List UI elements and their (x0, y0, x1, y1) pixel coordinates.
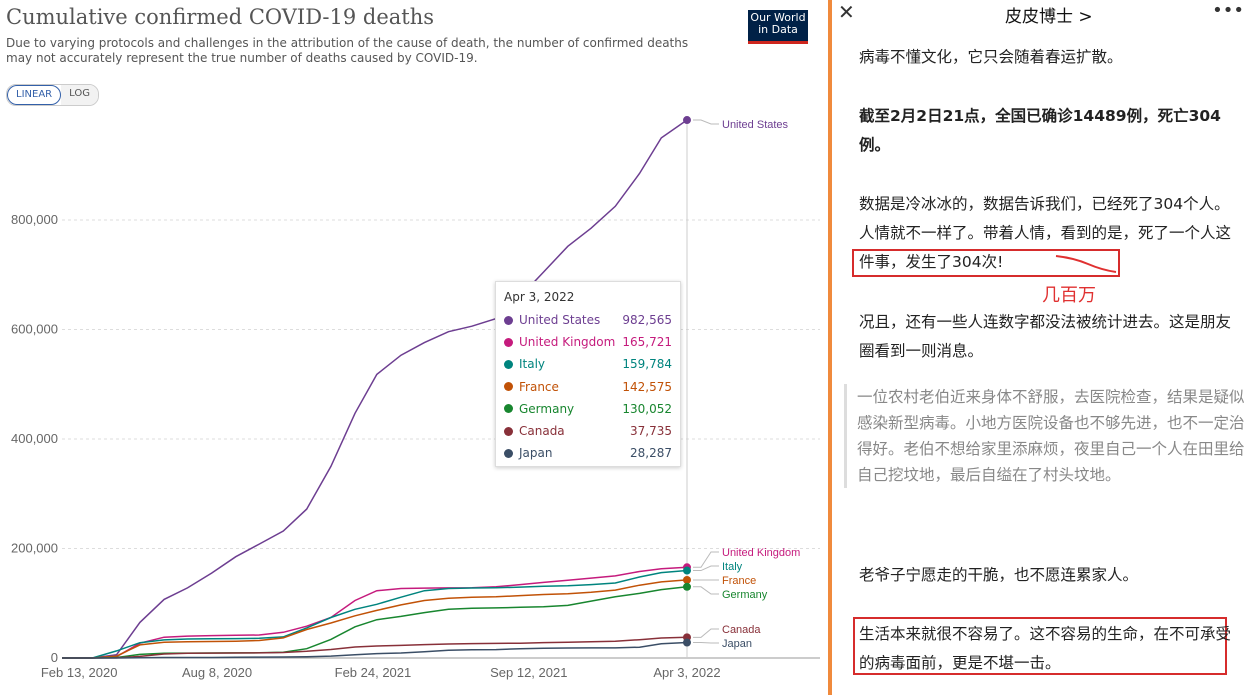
paragraph-6: 生活本来就很不容易了。这不容易的生命，在不可承受的病毒面前，更是不堪一击。 (859, 625, 1232, 672)
line-chart[interactable]: 0 200,000 400,000 600,000 800,000 Feb 13, 202… (0, 0, 820, 695)
tooltip-series-name: Italy (519, 357, 546, 372)
tooltip-series-value: 130,052 (622, 401, 672, 416)
paragraph-2: 截至2月2日21点，全国已确诊14489例，死亡304例。 (859, 107, 1221, 154)
close-icon[interactable]: ✕ (838, 0, 855, 24)
paragraph-5: 老爷子宁愿走的干脆，也不愿连累家人。 (859, 566, 1139, 584)
article-topbar: ✕ 皮皮博士 > ••• (832, 0, 1256, 27)
chart-tooltip: Apr 3, 2022 United States 982,565 United K… (495, 281, 681, 467)
tooltip-color-dot (504, 382, 513, 392)
tooltip-color-dot (504, 404, 513, 414)
series-line (62, 641, 688, 659)
series-end-point (683, 638, 691, 647)
y-tick-label: 200,000 (11, 541, 58, 556)
x-tick-label: Apr 3, 2022 (653, 665, 720, 680)
tooltip-row: Germany 130,052 (504, 398, 672, 420)
tooltip-series-value: 159,784 (622, 357, 672, 372)
handwritten-annotation: 几百万 (1042, 285, 1096, 306)
quote-block: 一位农村老伯近来身体不舒服，去医院检查，结果是疑似感染新型病毒。小地方医院设备也… (844, 384, 1248, 488)
x-tick-label: Feb 13, 2020 (41, 665, 118, 680)
tooltip-color-dot (504, 448, 513, 458)
tooltip-color-dot (504, 426, 513, 436)
more-options-icon[interactable]: ••• (1212, 0, 1244, 21)
label-leader (693, 565, 719, 572)
tooltip-series-value: 28,287 (630, 446, 672, 461)
label-leader (693, 586, 719, 595)
tooltip-series-name: Germany (519, 401, 575, 416)
series-label: Japan (722, 638, 752, 650)
tooltip-row: France 142,575 (504, 376, 672, 398)
tooltip-date: Apr 3, 2022 (504, 290, 575, 304)
series-end-point (683, 575, 691, 584)
y-tick-label: 0 (51, 650, 58, 665)
tooltip-row: United Kingdom 165,721 (504, 331, 672, 353)
tooltip-color-dot (504, 315, 513, 325)
series-end-point (683, 566, 691, 575)
y-tick-label: 600,000 (11, 322, 58, 337)
tooltip-series-name: United Kingdom (519, 335, 616, 350)
label-leader (693, 551, 719, 568)
series-label: France (722, 575, 756, 587)
chart-panel: Cumulative confirmed COVID-19 deaths Due… (0, 0, 820, 695)
tooltip-series-value: 142,575 (622, 379, 672, 394)
series-label: Italy (722, 561, 743, 573)
tooltip-series-value: 982,565 (622, 313, 672, 328)
series-line (62, 569, 688, 659)
x-tick-label: Feb 24, 2021 (335, 665, 412, 680)
x-tick-label: Sep 12, 2021 (490, 665, 567, 680)
y-tick-label: 400,000 (11, 431, 58, 446)
tooltip-series-value: 165,721 (622, 335, 672, 350)
paragraph-1: 病毒不懂文化，它只会随着春运扩散。 (859, 48, 1123, 66)
tooltip-series-name: Canada (519, 424, 565, 439)
tooltip-row: United States 982,565 (504, 309, 672, 331)
article-panel: ✕ 皮皮博士 > ••• 病毒不懂文化，它只会随着春运扩散。 截至2月2日21点… (832, 0, 1256, 695)
paragraph-4: 况且，还有一些人连数字都没法被统计进去。这是朋友圈看到一则消息。 (859, 313, 1232, 360)
label-leader (693, 119, 719, 125)
series-end-point (683, 116, 691, 125)
series-end-point (683, 582, 691, 591)
tooltip-series-name: United States (519, 313, 601, 328)
account-name-link[interactable]: 皮皮博士 > (1005, 2, 1093, 27)
tooltip-row: Japan 28,287 (504, 442, 672, 464)
series-label: United States (722, 119, 789, 131)
x-tick-label: Aug 8, 2020 (182, 665, 252, 680)
tooltip-series-name: France (519, 379, 559, 394)
series-label: United Kingdom (722, 547, 800, 559)
tooltip-row: Canada 37,735 (504, 420, 672, 442)
series-label: Germany (722, 589, 768, 601)
series-line (62, 566, 688, 659)
label-leader (693, 628, 719, 638)
tooltip-series-value: 37,735 (630, 424, 672, 439)
tooltip-row: Italy 159,784 (504, 353, 672, 375)
tooltip-color-dot (504, 359, 513, 369)
tooltip-color-dot (504, 337, 513, 347)
series-label: Canada (722, 624, 761, 636)
strike-mark (1055, 255, 1117, 273)
y-tick-label: 800,000 (11, 212, 58, 227)
tooltip-series-name: Japan (519, 446, 553, 461)
